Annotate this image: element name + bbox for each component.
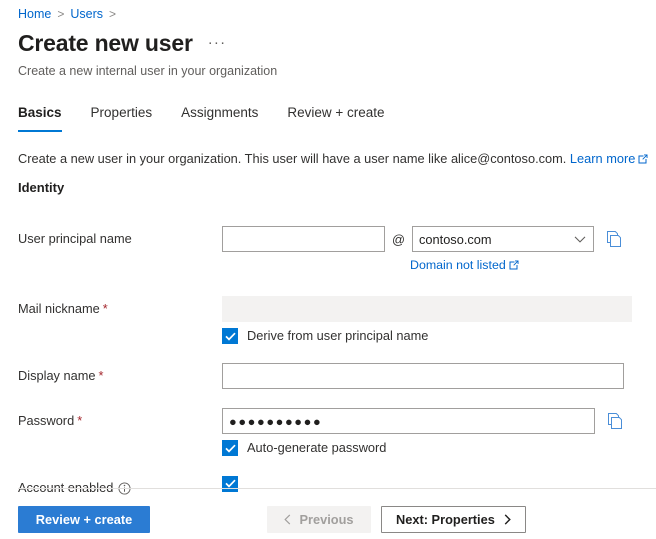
field-user-principal-name: @ contoso.com Domain not listed bbox=[222, 226, 656, 274]
breadcrumb-item-users[interactable]: Users bbox=[70, 6, 103, 22]
form-description-text: Create a new user in your organization. … bbox=[18, 151, 567, 166]
next-properties-button[interactable]: Next: Properties bbox=[381, 506, 526, 533]
field-display-name bbox=[222, 363, 656, 389]
derive-from-upn-checkbox[interactable] bbox=[222, 328, 238, 344]
at-symbol: @ bbox=[392, 231, 405, 247]
tab-review-create[interactable]: Review + create bbox=[287, 104, 384, 132]
required-marker: * bbox=[77, 413, 83, 428]
domain-not-listed-link[interactable]: Domain not listed bbox=[410, 258, 506, 272]
password-input[interactable] bbox=[222, 408, 595, 434]
breadcrumb-separator-icon: > bbox=[109, 7, 117, 21]
section-title-identity: Identity bbox=[18, 180, 65, 195]
user-principal-name-input[interactable] bbox=[222, 226, 385, 252]
auto-generate-password-label: Auto-generate password bbox=[247, 440, 387, 455]
field-mail-nickname: Derive from user principal name bbox=[222, 296, 656, 344]
page-header: Create new user ··· bbox=[18, 28, 226, 58]
previous-button: Previous bbox=[267, 506, 371, 533]
label-user-principal-name: User principal name bbox=[0, 226, 222, 252]
external-link-icon bbox=[509, 258, 519, 274]
required-marker: * bbox=[102, 301, 108, 316]
previous-button-label: Previous bbox=[299, 512, 354, 527]
page-subtitle: Create a new internal user in your organ… bbox=[18, 64, 278, 78]
display-name-input[interactable] bbox=[222, 363, 624, 389]
derive-from-upn-checkbox-row: Derive from user principal name bbox=[222, 328, 656, 344]
required-marker: * bbox=[98, 368, 104, 383]
row-user-principal-name: User principal name @ contoso.com Domain… bbox=[0, 226, 656, 274]
tab-basics[interactable]: Basics bbox=[18, 104, 62, 132]
mail-nickname-input bbox=[222, 296, 632, 322]
domain-not-listed-container: Domain not listed bbox=[410, 257, 656, 274]
domain-select[interactable]: contoso.com bbox=[412, 226, 594, 252]
copy-password-icon[interactable] bbox=[608, 412, 623, 430]
row-display-name: Display name * bbox=[0, 363, 656, 389]
label-text: User principal name bbox=[18, 231, 132, 246]
form-description: Create a new user in your organization. … bbox=[18, 150, 648, 168]
domain-select-value: contoso.com bbox=[419, 231, 492, 247]
overflow-menu-icon[interactable]: ··· bbox=[208, 34, 227, 51]
label-display-name: Display name * bbox=[0, 363, 222, 389]
breadcrumb-separator-icon: > bbox=[57, 7, 65, 21]
learn-more-link[interactable]: Learn more bbox=[570, 151, 635, 166]
breadcrumb: Home > Users > bbox=[18, 6, 122, 22]
label-text: Mail nickname bbox=[18, 301, 100, 316]
tab-assignments[interactable]: Assignments bbox=[181, 104, 258, 132]
field-account-enabled bbox=[222, 475, 656, 493]
chevron-down-icon bbox=[574, 232, 586, 247]
row-password: Password * Auto-generate password bbox=[0, 408, 656, 456]
external-link-icon bbox=[638, 151, 648, 168]
footer-divider bbox=[18, 488, 656, 489]
next-properties-button-label: Next: Properties bbox=[396, 512, 495, 527]
label-password: Password * bbox=[0, 408, 222, 434]
footer-actions: Review + create Previous Next: Propertie… bbox=[18, 506, 526, 533]
label-mail-nickname: Mail nickname * bbox=[0, 296, 222, 322]
label-text: Password bbox=[18, 413, 75, 428]
row-mail-nickname: Mail nickname * Derive from user princip… bbox=[0, 296, 656, 344]
account-enabled-checkbox[interactable] bbox=[222, 475, 238, 492]
derive-from-upn-label: Derive from user principal name bbox=[247, 328, 429, 343]
auto-generate-password-checkbox[interactable] bbox=[222, 440, 238, 456]
chevron-right-icon bbox=[504, 514, 511, 525]
chevron-left-icon bbox=[284, 514, 291, 525]
create-user-form: User principal name @ contoso.com Domain… bbox=[0, 226, 656, 501]
breadcrumb-item-home[interactable]: Home bbox=[18, 6, 51, 22]
review-create-button[interactable]: Review + create bbox=[18, 506, 150, 533]
page-title: Create new user bbox=[18, 30, 193, 56]
auto-generate-password-checkbox-row: Auto-generate password bbox=[222, 440, 656, 456]
tab-properties[interactable]: Properties bbox=[91, 104, 153, 132]
copy-upn-icon[interactable] bbox=[607, 230, 622, 248]
tab-bar: Basics Properties Assignments Review + c… bbox=[18, 104, 414, 132]
field-password: Auto-generate password bbox=[222, 408, 656, 456]
label-text: Display name bbox=[18, 368, 96, 383]
